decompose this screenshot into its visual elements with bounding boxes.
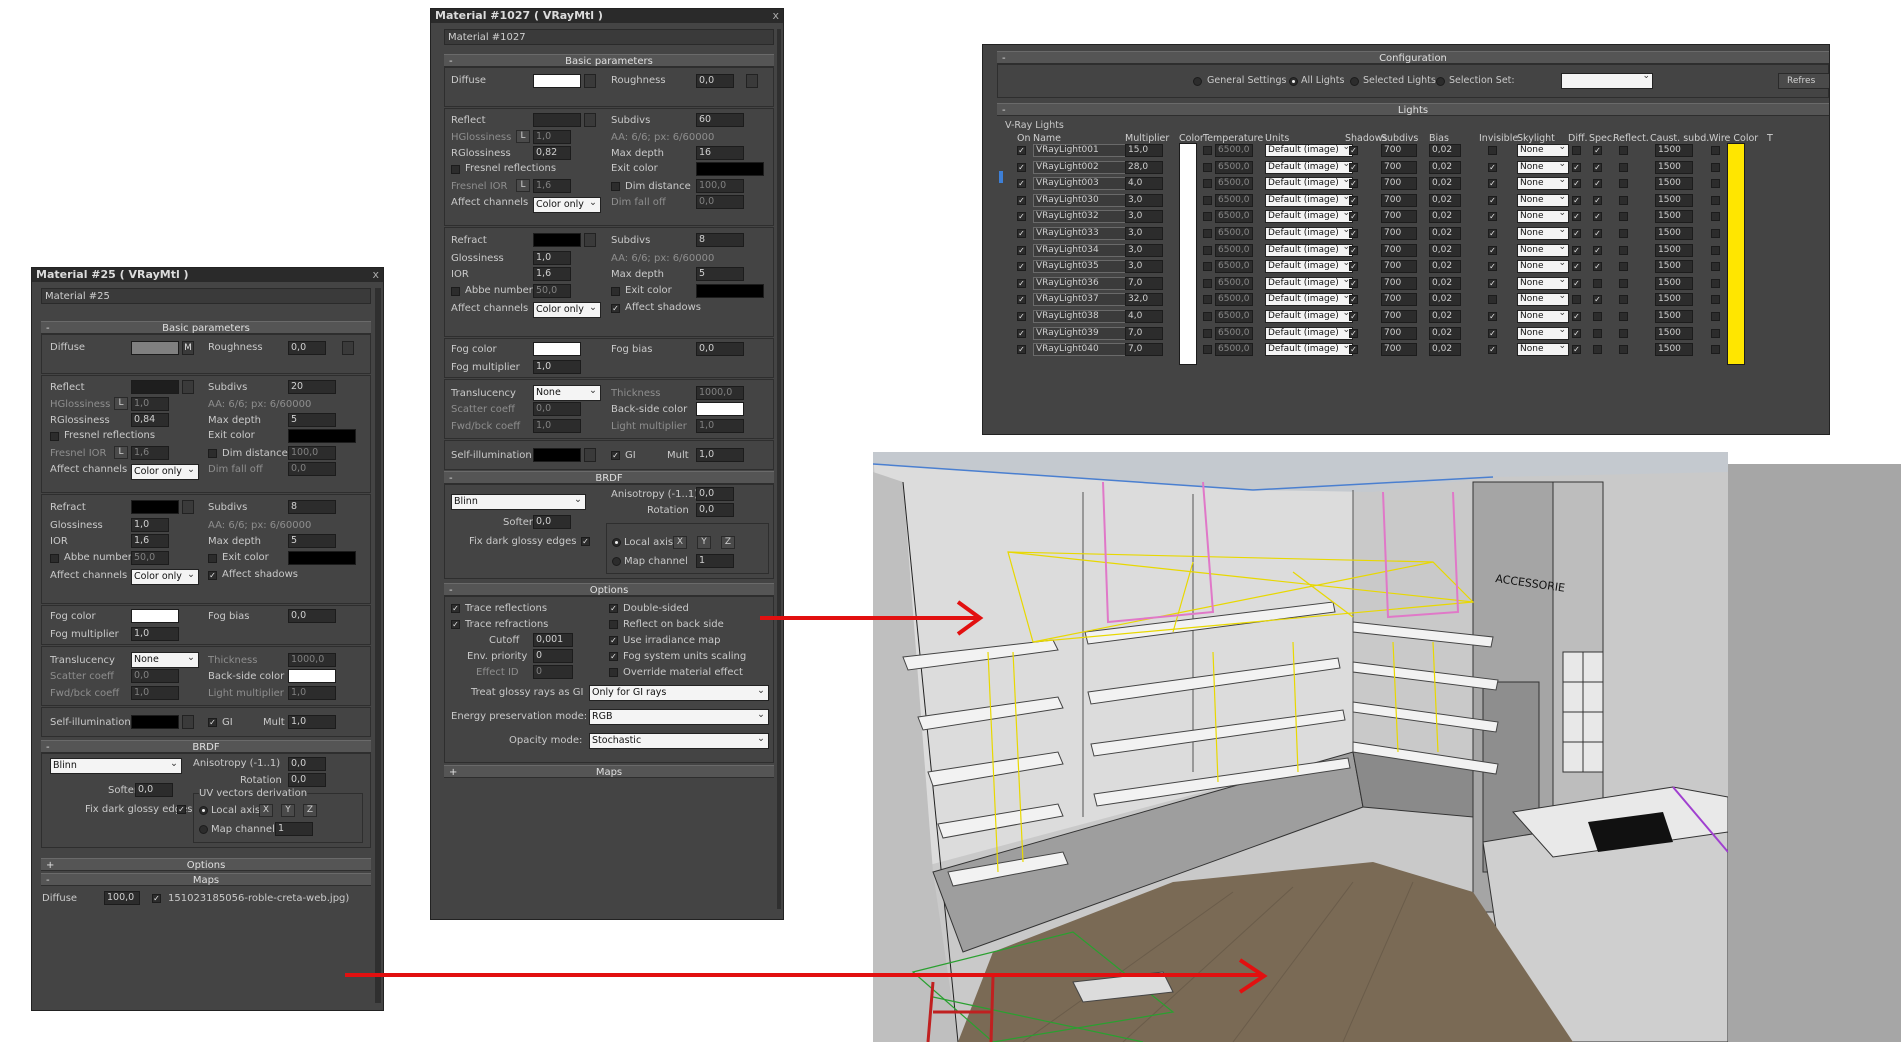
- annotation-arrows: [345, 600, 1268, 994]
